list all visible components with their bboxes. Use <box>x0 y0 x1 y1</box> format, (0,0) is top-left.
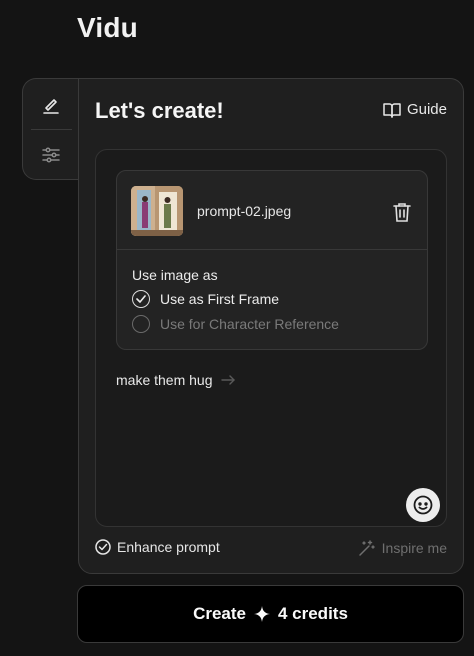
radio-unchecked-icon <box>132 315 150 333</box>
option-first-frame-label: Use as First Frame <box>160 291 280 307</box>
prompt-text: make them hug <box>116 372 213 388</box>
use-image-options: Use image as Use as First Frame Use for … <box>116 250 428 350</box>
sparkle-icon <box>253 606 270 622</box>
smiley-icon <box>413 495 433 515</box>
prompt-box[interactable]: prompt-02.jpeg Use image as Use as First… <box>95 149 447 527</box>
create-label: Create <box>193 604 246 623</box>
rail-create-button[interactable] <box>35 89 67 121</box>
delete-image-button[interactable] <box>391 201 413 223</box>
inspire-me-label: Inspire me <box>381 540 447 556</box>
arrow-right-icon <box>220 375 235 385</box>
option-first-frame[interactable]: Use as First Frame <box>132 290 279 308</box>
check-circle-icon <box>95 539 111 555</box>
app-logo: Vidu <box>77 12 138 43</box>
credits-label: 4 credits <box>277 604 348 623</box>
enhance-prompt-label: Enhance prompt <box>117 539 220 555</box>
magic-wand-icon <box>358 540 375 556</box>
use-image-label: Use image as <box>132 267 218 283</box>
image-thumbnail[interactable] <box>131 186 183 236</box>
create-panel: Let's create! Guide prompt-02.jpeg Use i… <box>78 78 464 574</box>
file-name: prompt-02.jpeg <box>197 203 292 219</box>
guide-button[interactable]: Guide <box>383 101 447 118</box>
create-button[interactable]: Create 4 credits <box>77 585 464 643</box>
pen-icon <box>43 99 59 114</box>
rail-settings-button[interactable] <box>35 139 67 171</box>
guide-label: Guide <box>406 101 447 118</box>
rail-divider <box>31 129 72 130</box>
panel-title: Let's create! <box>95 98 224 123</box>
tool-rail <box>22 78 80 180</box>
uploaded-file-card: prompt-02.jpeg <box>116 170 428 250</box>
option-character-reference-label: Use for Character Reference <box>160 316 339 332</box>
inspire-me-button[interactable]: Inspire me <box>358 539 447 557</box>
radio-checked-icon <box>132 290 150 308</box>
trash-icon <box>393 203 411 222</box>
book-icon <box>383 102 401 118</box>
enhance-prompt-toggle[interactable]: Enhance prompt <box>95 539 220 555</box>
prompt-input[interactable]: make them hug <box>116 372 235 388</box>
option-character-reference[interactable]: Use for Character Reference <box>132 315 339 333</box>
sliders-icon <box>42 147 60 163</box>
assistant-avatar-button[interactable] <box>406 488 440 522</box>
